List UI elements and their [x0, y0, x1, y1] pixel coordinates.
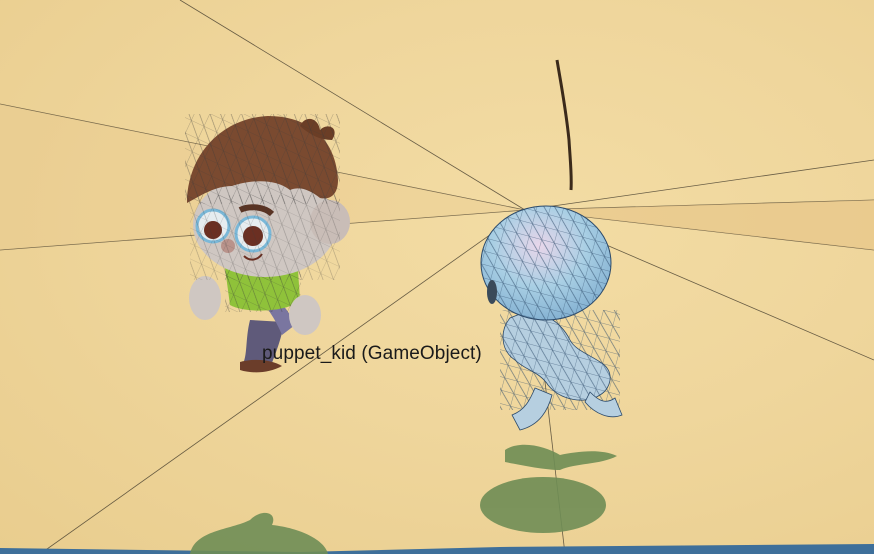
scene-viewport[interactable]: puppet_kid (GameObject): [0, 0, 874, 554]
stick-object[interactable]: [555, 59, 573, 191]
scene-canvas[interactable]: [0, 0, 874, 554]
light-rays: [0, 0, 874, 554]
selected-object-label: puppet_kid (GameObject): [262, 343, 482, 364]
water-edge: [0, 544, 874, 554]
skeleton-character[interactable]: [480, 205, 623, 431]
puppet-kid-character[interactable]: [185, 114, 350, 373]
ground-shadows: [190, 444, 617, 554]
